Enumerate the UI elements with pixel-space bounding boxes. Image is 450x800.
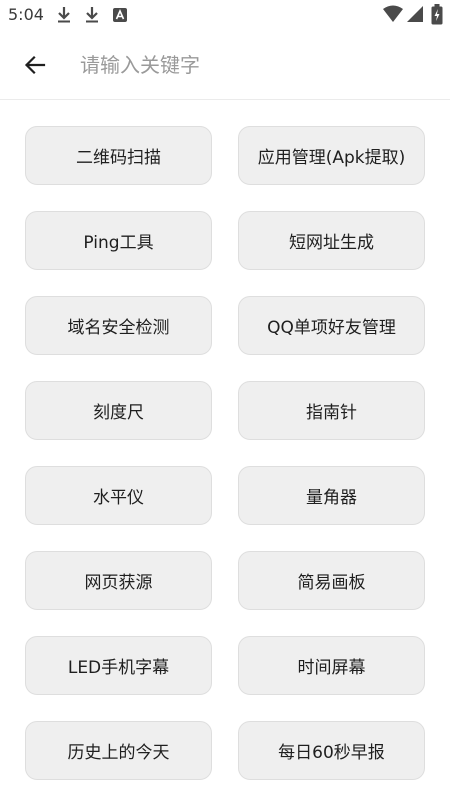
tool-button-short-url[interactable]: 短网址生成 xyxy=(238,211,425,270)
tool-button-history-today[interactable]: 历史上的今天 xyxy=(25,721,212,780)
download-icon xyxy=(58,7,70,23)
search-input[interactable] xyxy=(80,45,430,85)
tool-button-protractor[interactable]: 量角器 xyxy=(238,466,425,525)
tool-button-drawing-board[interactable]: 简易画板 xyxy=(238,551,425,610)
battery-charging-icon xyxy=(431,4,443,25)
accessibility-a-icon xyxy=(113,8,127,22)
tool-grid: 二维码扫描 应用管理(Apk提取) Ping工具 短网址生成 域名安全检测 QQ… xyxy=(25,126,425,780)
tool-button-time-screen[interactable]: 时间屏幕 xyxy=(238,636,425,695)
tool-button-led-marquee[interactable]: LED手机字幕 xyxy=(25,636,212,695)
tool-button-app-manager[interactable]: 应用管理(Apk提取) xyxy=(238,126,425,185)
tool-button-daily-news[interactable]: 每日60秒早报 xyxy=(238,721,425,780)
tool-button-ruler[interactable]: 刻度尺 xyxy=(25,381,212,440)
tool-button-qq-friend[interactable]: QQ单项好友管理 xyxy=(238,296,425,355)
tool-button-compass[interactable]: 指南针 xyxy=(238,381,425,440)
tool-button-web-source[interactable]: 网页获源 xyxy=(25,551,212,610)
back-button[interactable] xyxy=(14,44,56,86)
arrow-left-icon xyxy=(24,55,46,75)
tool-button-level[interactable]: 水平仪 xyxy=(25,466,212,525)
status-bar: 5:04 xyxy=(0,0,450,30)
tool-button-qrcode-scan[interactable]: 二维码扫描 xyxy=(25,126,212,185)
download-icon xyxy=(86,7,98,23)
tool-button-domain-check[interactable]: 域名安全检测 xyxy=(25,296,212,355)
tool-button-ping[interactable]: Ping工具 xyxy=(25,211,212,270)
wifi-icon xyxy=(383,5,403,22)
status-time: 5:04 xyxy=(8,5,44,24)
app-header xyxy=(0,30,450,100)
signal-icon xyxy=(407,6,423,22)
